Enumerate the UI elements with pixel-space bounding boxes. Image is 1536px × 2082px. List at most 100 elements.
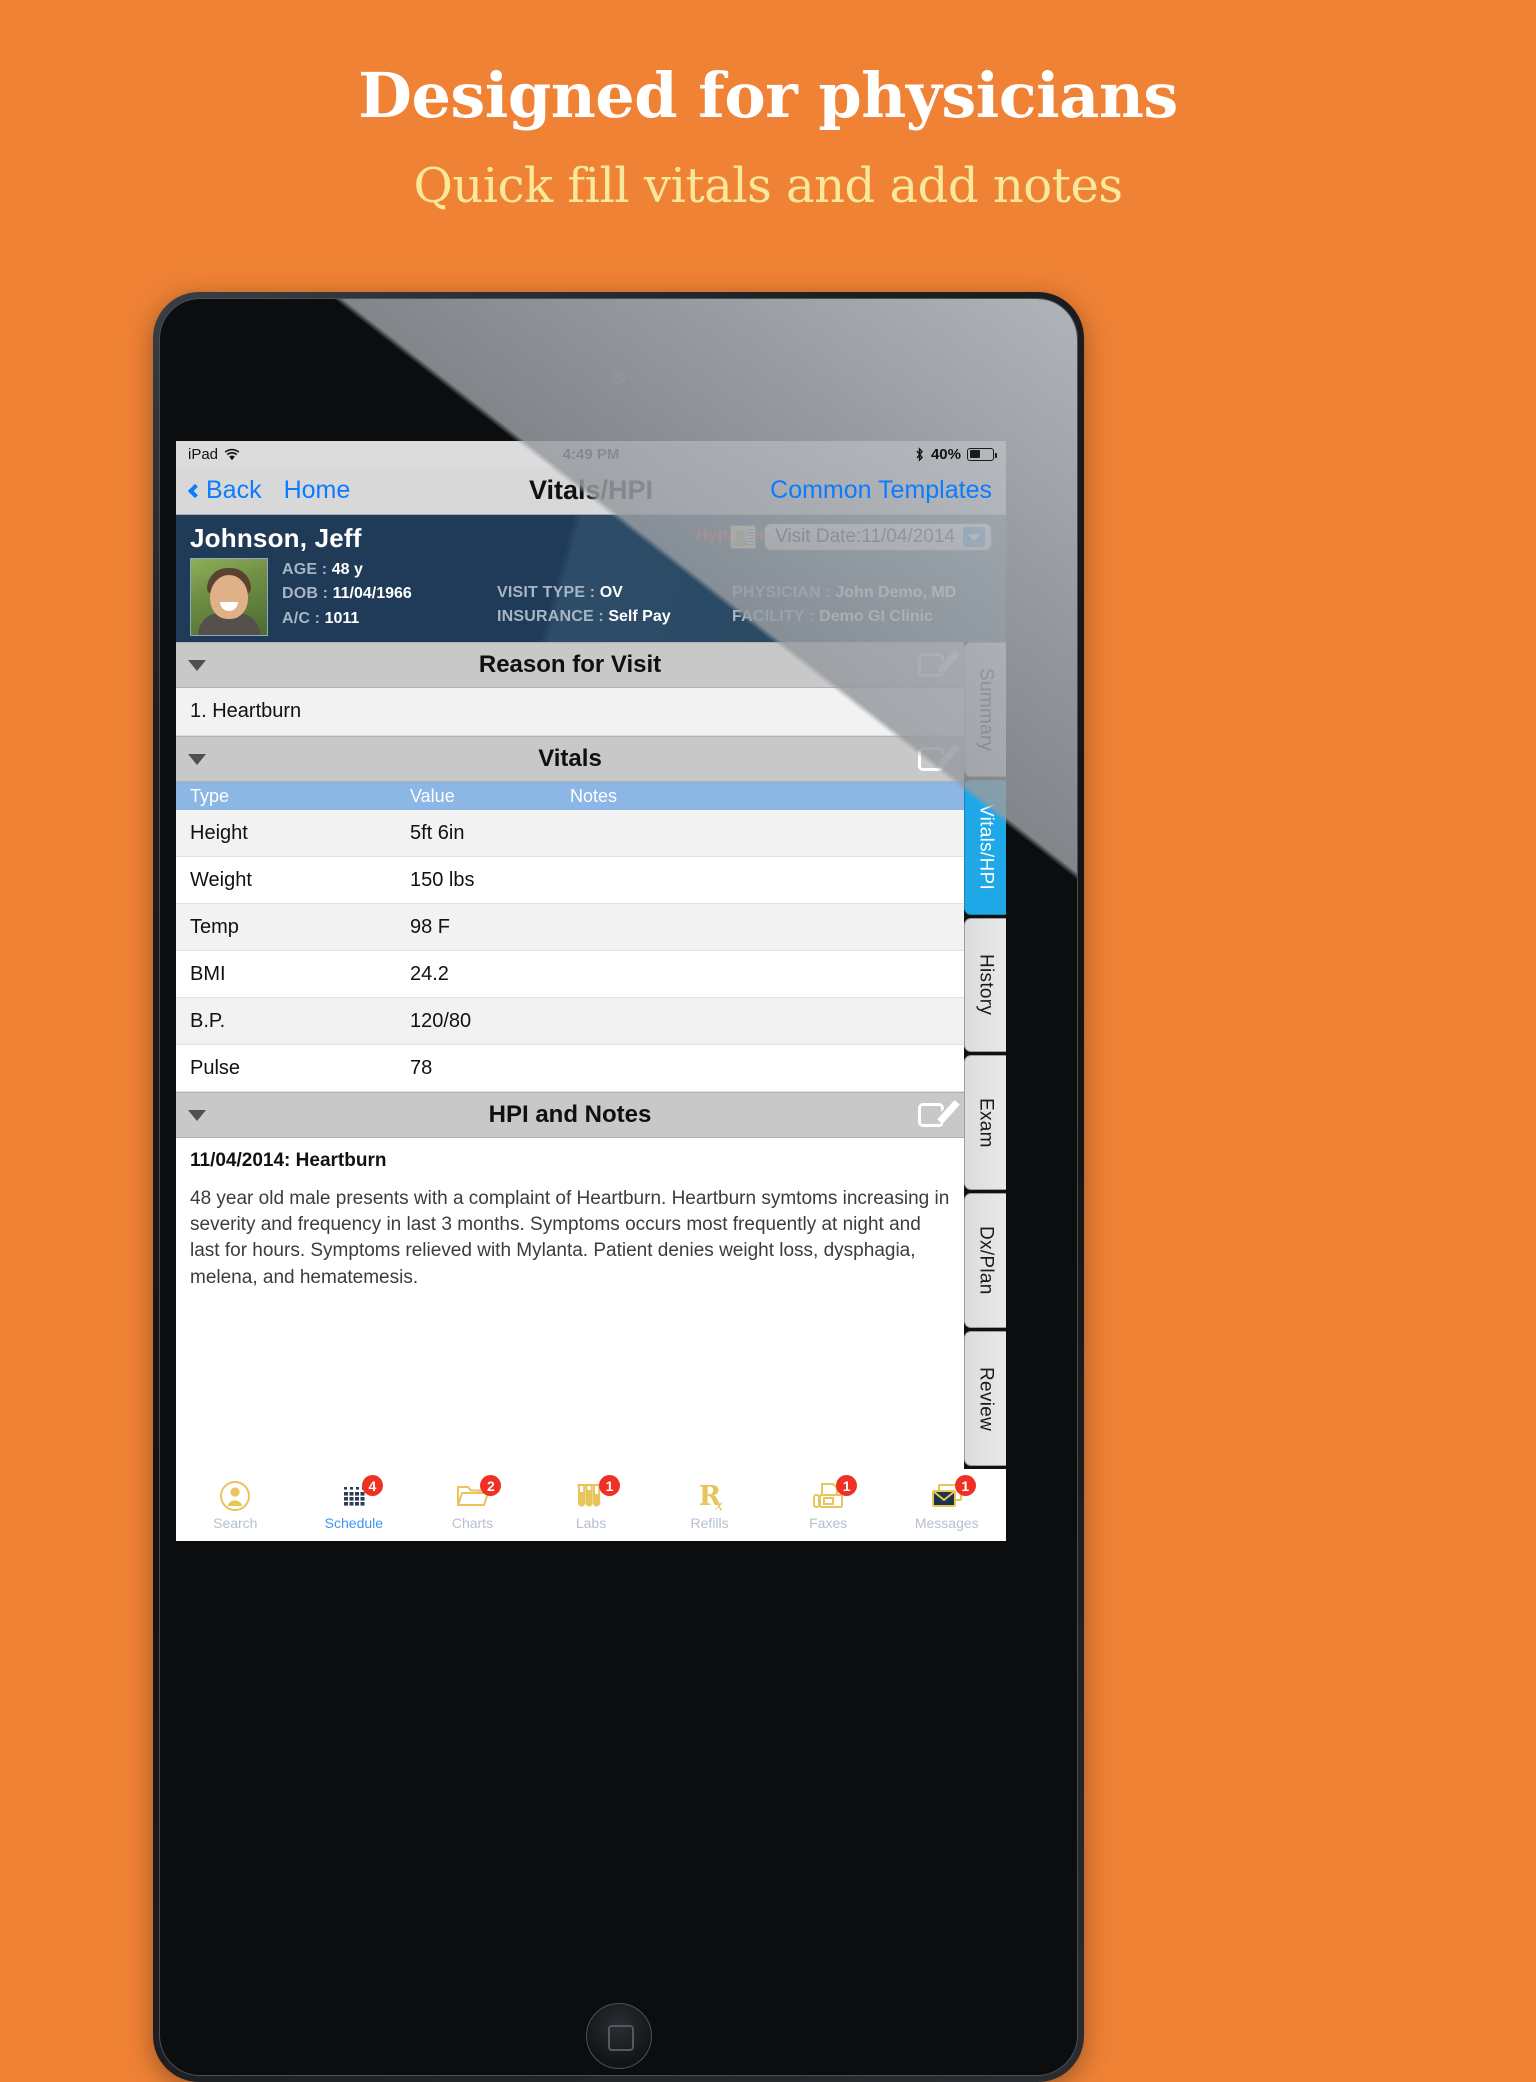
table-row[interactable]: Pulse 78 [176,1045,964,1092]
calendar-icon: 4 [337,1475,383,1513]
ipad-device: iPad 4:49 PM 40% Back Home Vitals/HPI Co… [153,292,1084,2082]
cell-value: 98 F [410,915,451,938]
field-label: VISIT TYPE [497,584,586,601]
field-dob: DOB : 11/04/1966 [282,582,497,606]
back-button-label: Back [206,476,262,504]
sidebar-item-history[interactable]: History [964,917,1006,1053]
promo-header: Designed for physicians Quick fill vital… [0,0,1536,214]
fax-icon: 1 [811,1475,858,1513]
tab-charts[interactable]: 2 Charts [413,1469,532,1541]
collapse-triangle-icon[interactable] [188,753,206,765]
cell-value: 78 [410,1056,433,1079]
table-row[interactable]: Weight 150 lbs [176,857,964,904]
nav-left-group: Back Home [187,476,351,505]
edit-icon[interactable] [918,1099,960,1130]
patient-header: Johnson, Jeff Hypertension Visit Date:11… [176,515,1006,642]
field-label: DOB [282,585,319,603]
folder-icon: 2 [455,1475,502,1513]
cell-value: 24.2 [410,962,449,985]
envelope-icon: 1 [930,1475,976,1513]
tab-label: Search [213,1515,258,1531]
sidebar-item-exam[interactable]: Exam [964,1055,1006,1191]
common-templates-button[interactable]: Common Templates [770,476,992,505]
field-value: OV [599,584,623,601]
field-separator: : [589,584,596,601]
table-row[interactable]: Height 5ft 6in [176,810,964,857]
section-header-vitals[interactable]: Vitals [176,736,964,782]
home-button-hardware[interactable] [585,2003,652,2069]
status-time: 4:49 PM [562,445,620,463]
column-header-notes: Notes [570,785,618,806]
battery-percent: 40% [930,445,961,463]
section-title: Reason for Visit [478,651,662,678]
visit-date-label: Visit Date:11/04/2014 [775,526,955,547]
side-tab-label: Exam [975,1098,997,1148]
tab-faxes[interactable]: 1 Faxes [769,1469,888,1541]
sidebar-item-review[interactable]: Review [964,1331,1006,1466]
patient-field-columns: AGE : 48 y DOB : 11/04/1966 A/C: 1011 V… [268,558,992,636]
cell-type: Temp [190,915,239,938]
home-button[interactable]: Home [284,476,351,505]
field-facility: FACILITY : Demo GI Clinic [732,605,992,629]
edit-icon[interactable] [918,743,960,774]
field-separator: : [321,561,328,578]
tab-schedule[interactable]: 4 Schedule [295,1469,414,1541]
field-insurance: INSURANCE : Self Pay [497,605,732,629]
table-row[interactable]: Temp 98 F [176,904,964,951]
chevron-down-icon[interactable] [963,527,985,547]
section-title: HPI and Notes [488,1101,652,1128]
tab-labs[interactable]: 1 Labs [532,1469,651,1541]
field-value: 48 y [331,561,363,578]
patient-header-right: Visit Date:11/04/2014 [730,523,992,551]
field-age: AGE : 48 y [282,558,497,582]
vitals-table-header: Type Value Notes [176,782,964,810]
contacts-icon[interactable] [730,525,757,549]
section-header-reason[interactable]: Reason for Visit [176,642,964,688]
hpi-note-body[interactable]: 11/04/2014: Heartburn 48 year old male p… [176,1138,964,1291]
back-button[interactable]: Back [187,476,262,505]
column-header-type: Type [190,785,230,806]
cell-type: Pulse [190,1056,241,1079]
table-row[interactable]: BMI 24.2 [176,951,964,998]
tab-label: Charts [451,1515,494,1531]
side-tab-label: Vitals/HPI [975,804,997,891]
field-separator: : [322,585,329,603]
tab-label: Labs [575,1515,607,1531]
table-row[interactable]: B.P. 120/80 [176,998,964,1045]
bottom-tab-bar: Search 4 Schedule 2 Charts 1 Labs R x Re… [176,1469,1006,1541]
status-bar: iPad 4:49 PM 40% [176,441,1006,467]
sidebar-item-summary[interactable]: Summary [964,642,1006,777]
side-tab-label: Review [975,1366,997,1431]
field-value: John Demo, MD [835,584,957,601]
visit-date-selector[interactable]: Visit Date:11/04/2014 [764,523,992,551]
reason-item[interactable]: 1. Heartburn [176,688,964,736]
chevron-left-icon [187,483,203,498]
tab-messages[interactable]: 1 Messages [887,1469,1006,1541]
cell-type: BMI [190,962,226,985]
status-bar-left: iPad [188,446,240,463]
edit-icon[interactable] [918,649,960,680]
sidebar-item-dx-plan[interactable]: Dx/Plan [964,1193,1006,1329]
collapse-triangle-icon[interactable] [188,659,206,671]
side-tab-label: Summary [975,667,997,752]
chart-content: Reason for Visit 1. Heartburn Vitals Typ… [176,642,964,1469]
badge-count: 1 [599,1475,621,1496]
section-header-hpi[interactable]: HPI and Notes [176,1092,964,1138]
wifi-icon [224,448,240,460]
collapse-triangle-icon[interactable] [188,1109,206,1121]
cell-value: 5ft 6in [410,821,465,844]
field-label: PHYSICIAN [732,584,821,601]
bluetooth-icon [916,446,923,462]
main-content-area: Reason for Visit 1. Heartburn Vitals Typ… [176,642,1006,1469]
field-separator: : [598,608,604,626]
field-account: A/C : 1011 [282,607,497,631]
cell-type: B.P. [190,1009,226,1032]
person-circle-icon [218,1479,252,1513]
sidebar-item-vitals-hpi[interactable]: Vitals/HPI [964,779,1006,915]
cell-type: Height [190,821,248,844]
tab-label: Faxes [809,1515,848,1531]
nav-bar: Back Home Vitals/HPI Common Templates [176,467,1006,515]
tab-search[interactable]: Search [176,1469,295,1541]
field-separator: : [809,608,815,626]
tab-refills[interactable]: R x Refills [650,1469,769,1541]
